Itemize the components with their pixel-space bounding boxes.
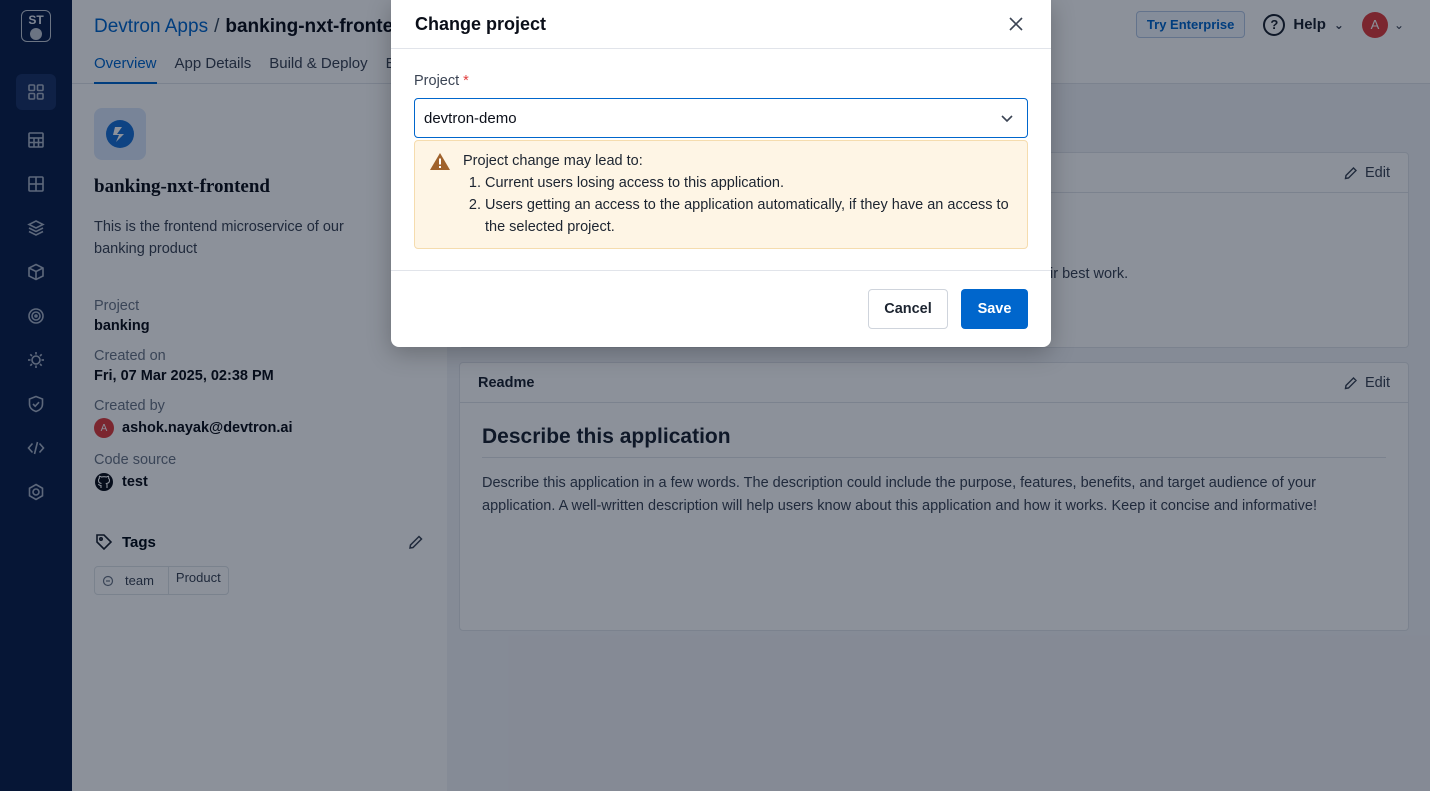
warning-content: Project change may lead to: Current user… xyxy=(463,150,1013,238)
chevron-down-icon xyxy=(1001,115,1013,123)
warning-title: Project change may lead to: xyxy=(463,153,643,169)
cancel-button[interactable]: Cancel xyxy=(868,289,948,329)
project-select-value: devtron-demo xyxy=(424,109,517,127)
modal-body: Project * devtron-demo Project change ma… xyxy=(391,49,1051,249)
project-field-label-text: Project xyxy=(414,73,460,89)
modal-header: Change project xyxy=(391,0,1051,49)
warning-triangle-icon xyxy=(430,153,450,170)
modal-footer: Cancel Save xyxy=(391,270,1051,347)
project-field-label: Project * xyxy=(414,73,1028,89)
change-project-modal: Change project Project * devtron-demo Pr… xyxy=(391,0,1051,347)
close-icon[interactable] xyxy=(1005,13,1027,35)
save-button[interactable]: Save xyxy=(961,289,1028,329)
warning-list: Current users losing access to this appl… xyxy=(463,172,1013,238)
required-mark: * xyxy=(463,73,469,89)
warning-callout: Project change may lead to: Current user… xyxy=(414,140,1028,249)
warning-item: Current users losing access to this appl… xyxy=(485,172,1013,194)
warning-item: Users getting an access to the applicati… xyxy=(485,194,1013,238)
project-select[interactable]: devtron-demo xyxy=(414,98,1028,138)
modal-title: Change project xyxy=(415,13,547,34)
